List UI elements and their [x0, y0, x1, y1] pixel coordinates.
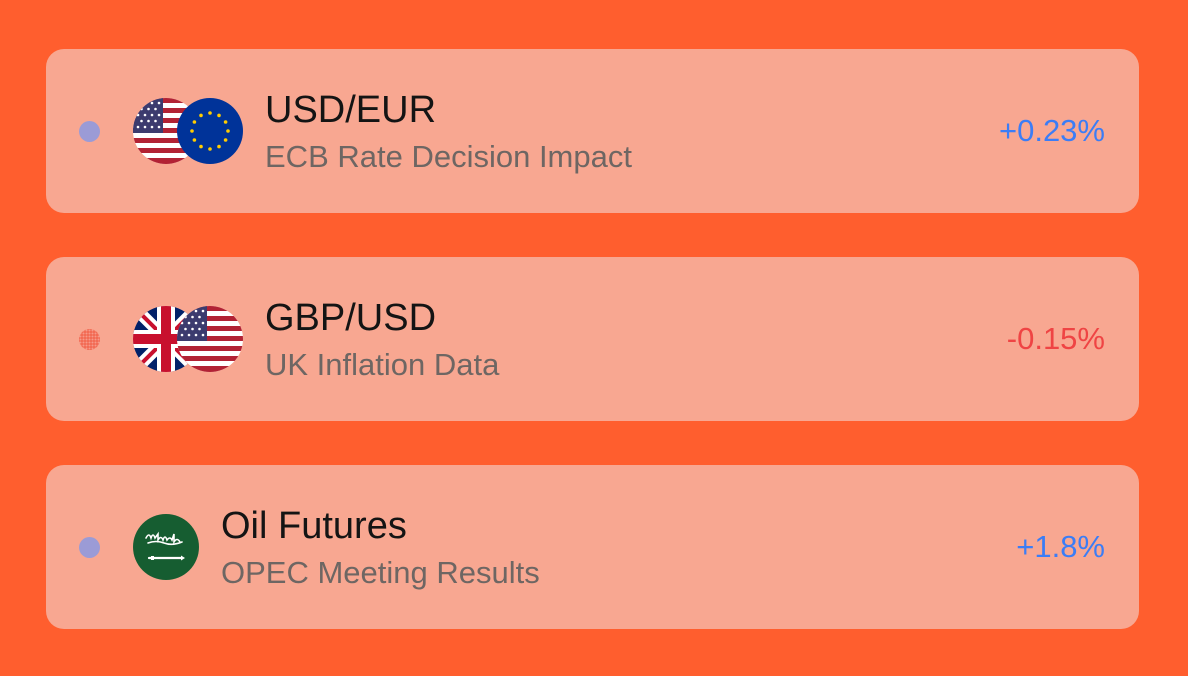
item-title: Oil Futures	[221, 505, 407, 547]
currency-pair-flags	[133, 306, 245, 372]
change-percent: +0.23%	[998, 113, 1105, 148]
us-flag-icon	[177, 306, 243, 372]
item-subtitle: UK Inflation Data	[265, 347, 500, 382]
change-percent: -0.15%	[1006, 321, 1105, 356]
item-title: USD/EUR	[265, 89, 437, 131]
currency-pair-flags	[133, 98, 245, 164]
item-text: USD/EUR ECB Rate Decision Impact	[265, 87, 632, 177]
item-text: Oil Futures OPEC Meeting Results	[221, 503, 540, 593]
eu-flag-icon	[177, 98, 243, 164]
item-subtitle: OPEC Meeting Results	[221, 555, 540, 590]
list-item-oil-futures[interactable]: Oil Futures OPEC Meeting Results +1.8%	[46, 465, 1139, 629]
item-title: GBP/USD	[265, 297, 437, 339]
status-dot	[79, 121, 100, 142]
list-item-gbp-usd[interactable]: GBP/USD UK Inflation Data -0.15%	[46, 257, 1139, 421]
saudi-flag-icon	[133, 514, 199, 580]
item-text: GBP/USD UK Inflation Data	[265, 295, 499, 385]
change-percent: +1.8%	[1016, 529, 1105, 564]
item-subtitle: ECB Rate Decision Impact	[265, 139, 632, 174]
status-dot	[79, 537, 100, 558]
status-dot	[79, 329, 100, 350]
market-news-list: USD/EUR ECB Rate Decision Impact +0.23%	[46, 49, 1139, 629]
list-item-usd-eur[interactable]: USD/EUR ECB Rate Decision Impact +0.23%	[46, 49, 1139, 213]
